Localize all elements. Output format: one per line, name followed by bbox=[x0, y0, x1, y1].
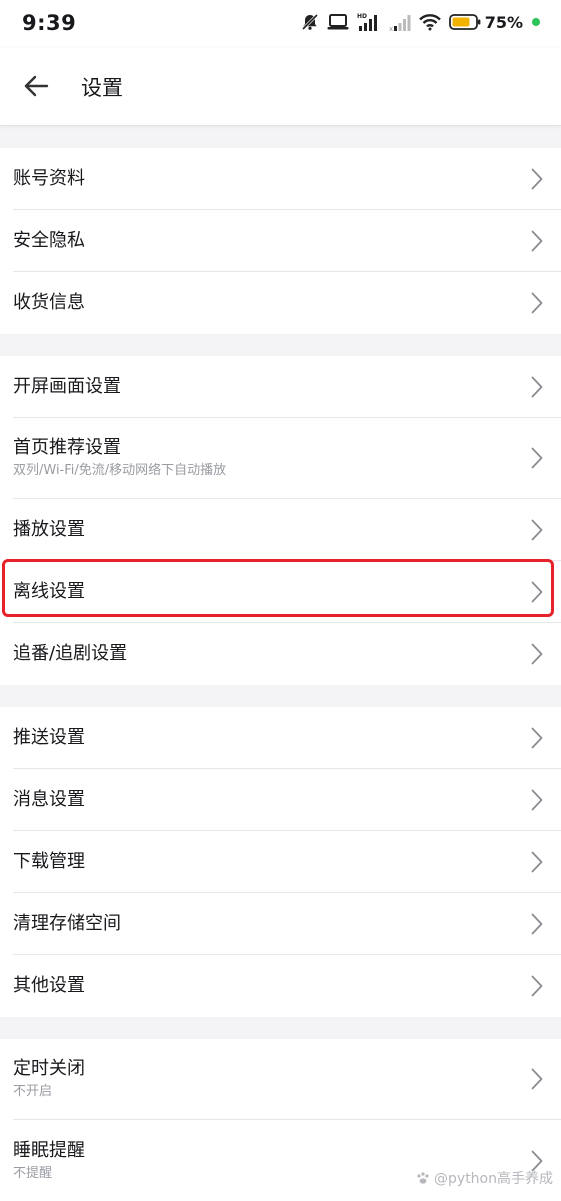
settings-item-security-privacy[interactable]: 安全隐私 bbox=[13, 210, 561, 272]
svg-text:HD: HD bbox=[357, 13, 367, 20]
settings-item-home-recommend[interactable]: 首页推荐设置 双列/Wi-Fi/免流/移动网络下自动播放 bbox=[13, 418, 561, 499]
settings-item-label: 播放设置 bbox=[13, 518, 561, 542]
settings-item-label: 追番/追剧设置 bbox=[13, 642, 561, 666]
settings-item-label: 安全隐私 bbox=[13, 229, 561, 253]
group-separator bbox=[0, 334, 561, 356]
wifi-icon bbox=[419, 13, 441, 31]
settings-item-label: 下载管理 bbox=[13, 850, 561, 874]
settings-group-playback: 开屏画面设置 首页推荐设置 双列/Wi-Fi/免流/移动网络下自动播放 播放设置… bbox=[0, 356, 561, 685]
chevron-right-icon bbox=[531, 727, 543, 749]
page-title: 设置 bbox=[81, 72, 123, 102]
chevron-right-icon bbox=[531, 376, 543, 398]
chevron-right-icon bbox=[531, 913, 543, 935]
chevron-right-icon bbox=[531, 447, 543, 469]
group-separator bbox=[0, 685, 561, 707]
settings-item-sleep-timer[interactable]: 定时关闭 不开启 bbox=[13, 1039, 561, 1120]
svg-text:x: x bbox=[389, 25, 393, 32]
settings-item-label: 其他设置 bbox=[13, 974, 561, 998]
arrow-left-icon bbox=[23, 75, 49, 97]
settings-item-sleep-reminder[interactable]: 睡眠提醒 不提醒 bbox=[13, 1120, 561, 1201]
signal-weak-icon: x bbox=[389, 12, 411, 32]
settings-item-label: 开屏画面设置 bbox=[13, 375, 561, 399]
settings-item-follow-series[interactable]: 追番/追剧设置 bbox=[13, 623, 561, 685]
settings-item-label: 消息设置 bbox=[13, 788, 561, 812]
chevron-right-icon bbox=[531, 168, 543, 190]
settings-item-label: 清理存储空间 bbox=[13, 912, 561, 936]
app-header: 设置 bbox=[0, 48, 561, 126]
watermark: @python高手养成 bbox=[416, 1168, 553, 1188]
back-button[interactable] bbox=[18, 68, 54, 104]
settings-item-label: 定时关闭 bbox=[13, 1057, 561, 1081]
settings-item-download-manager[interactable]: 下载管理 bbox=[13, 831, 561, 893]
chevron-right-icon bbox=[531, 1068, 543, 1090]
settings-item-subtitle: 不开启 bbox=[13, 1083, 561, 1101]
laptop-icon bbox=[327, 13, 349, 31]
settings-group-account: 账号资料 安全隐私 收货信息 bbox=[0, 148, 561, 334]
chevron-right-icon bbox=[531, 519, 543, 541]
settings-item-push[interactable]: 推送设置 bbox=[13, 707, 561, 769]
settings-group-system: 推送设置 消息设置 下载管理 清理存储空间 其他设置 bbox=[0, 707, 561, 1017]
settings-item-label: 离线设置 bbox=[13, 580, 561, 604]
chevron-right-icon bbox=[531, 581, 543, 603]
settings-item-label: 推送设置 bbox=[13, 726, 561, 750]
settings-item-splash-screen[interactable]: 开屏画面设置 bbox=[13, 356, 561, 418]
settings-item-label: 首页推荐设置 bbox=[13, 436, 561, 460]
settings-item-subtitle: 双列/Wi-Fi/免流/移动网络下自动播放 bbox=[13, 462, 561, 480]
chevron-right-icon bbox=[531, 643, 543, 665]
settings-item-playback[interactable]: 播放设置 bbox=[13, 499, 561, 561]
chevron-right-icon bbox=[531, 851, 543, 873]
settings-list: 账号资料 安全隐私 收货信息 开屏画面设置 首页推荐设置 双列/Wi-Fi/免流… bbox=[0, 148, 561, 1201]
battery-percent: 75% bbox=[485, 13, 523, 32]
settings-item-clear-storage[interactable]: 清理存储空间 bbox=[13, 893, 561, 955]
settings-item-label: 账号资料 bbox=[13, 167, 561, 191]
battery-icon bbox=[449, 13, 481, 31]
status-icons: HD x 75% bbox=[301, 12, 541, 32]
settings-item-label: 收货信息 bbox=[13, 291, 561, 315]
settings-item-other[interactable]: 其他设置 bbox=[13, 955, 561, 1017]
group-separator bbox=[0, 1017, 561, 1039]
watermark-text: @python高手养成 bbox=[434, 1168, 553, 1188]
paw-icon bbox=[416, 1171, 430, 1185]
settings-item-account-profile[interactable]: 账号资料 bbox=[13, 148, 561, 210]
status-bar: 9:39 HD x 75% bbox=[0, 0, 561, 48]
hd-signal-icon: HD bbox=[357, 12, 381, 32]
settings-item-offline[interactable]: 离线设置 bbox=[13, 561, 561, 623]
charging-dot-icon bbox=[531, 17, 541, 27]
chevron-right-icon bbox=[531, 975, 543, 997]
settings-item-label: 睡眠提醒 bbox=[13, 1139, 561, 1163]
chevron-right-icon bbox=[531, 789, 543, 811]
status-time: 9:39 bbox=[22, 11, 76, 35]
mute-icon bbox=[301, 13, 319, 31]
settings-item-messages[interactable]: 消息设置 bbox=[13, 769, 561, 831]
chevron-right-icon bbox=[531, 230, 543, 252]
settings-item-shipping-info[interactable]: 收货信息 bbox=[13, 272, 561, 334]
chevron-right-icon bbox=[531, 292, 543, 314]
